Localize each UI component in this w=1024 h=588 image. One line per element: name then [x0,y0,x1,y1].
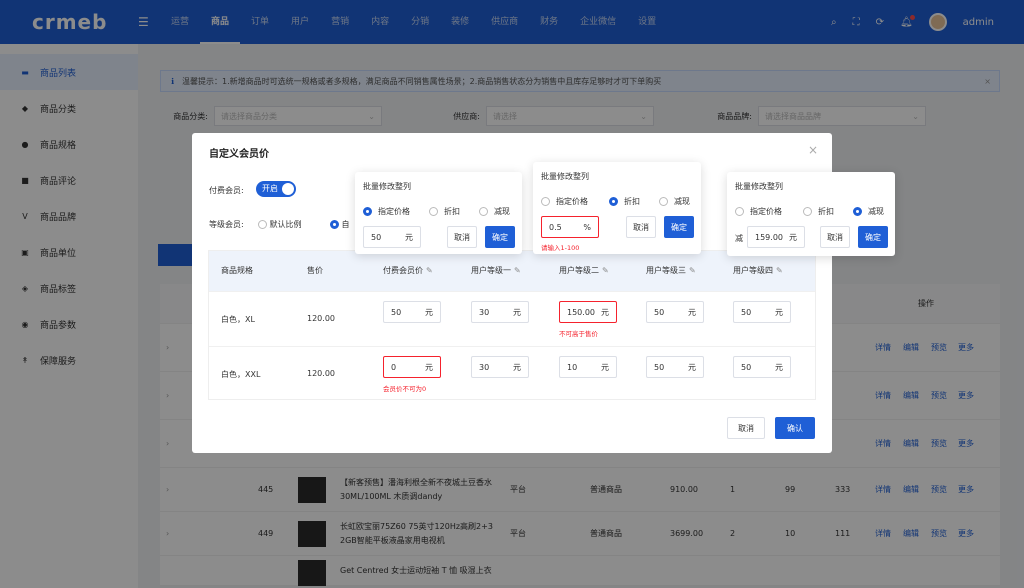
radio-checked[interactable] [363,207,372,216]
batch-value-input[interactable]: 159.00 元 [747,226,805,248]
radio-checked[interactable] [853,207,862,216]
spec-cell: 白色，XXL [221,370,261,379]
radio-unchecked[interactable] [735,207,744,216]
column-header-level2[interactable]: 用户等级二 ✎ [559,265,609,276]
paid-price-input[interactable]: 0元 [383,356,441,378]
popover-cancel-button[interactable]: 取消 [820,226,850,248]
error-message: 会员价不可为0 [383,385,427,393]
level2-price-input[interactable]: 10 元 [559,356,617,378]
batch-edit-popover-level4: 批量修改整列 指定价格 折扣 减现 减 159.00 元 取消 确定 [727,172,895,256]
pencil-icon[interactable]: ✎ [514,266,521,275]
column-header-level1[interactable]: 用户等级一 ✎ [471,265,521,276]
level2-price-input[interactable]: 150.00 元 [559,301,617,323]
batch-value-input[interactable]: 0.5% [541,216,599,238]
popover-cancel-button[interactable]: 取消 [447,226,477,248]
pencil-icon[interactable]: ✎ [426,266,433,275]
level4-price-input[interactable]: 50 元 [733,301,791,323]
column-header-paid[interactable]: 付费会员价 ✎ [383,265,433,276]
switch-knob [282,183,294,195]
option-deduct[interactable]: 减现 [479,206,510,217]
radio-unchecked[interactable] [541,197,550,206]
level4-price-input[interactable]: 50 元 [733,356,791,378]
level1-price-input[interactable]: 30 元 [471,301,529,323]
member-price-table: 商品规格 售价 付费会员价 ✎ 用户等级一 ✎ 用户等级二 ✎ 用户等级三 ✎ 用户等级… [208,250,816,400]
popover-title: 批量修改整列 [735,182,783,191]
price-cell: 120.00 [307,369,335,378]
radio-unchecked[interactable] [258,220,267,229]
level-member-label: 等级会员: [209,220,244,229]
paid-member-label: 付费会员: [209,186,244,195]
column-header-level4[interactable]: 用户等级四 ✎ [733,265,783,276]
level1-price-input[interactable]: 30 元 [471,356,529,378]
option-discount[interactable]: 折扣 [803,206,834,217]
option-fixed-price[interactable]: 指定价格 [541,196,588,207]
pencil-icon[interactable]: ✎ [602,266,609,275]
paid-member-switch[interactable]: 开启 [256,181,296,197]
option-deduct[interactable]: 减现 [853,206,884,217]
option-discount[interactable]: 折扣 [609,196,640,207]
option-fixed-price[interactable]: 指定价格 [363,206,410,217]
level-custom-option[interactable]: 自 [330,219,350,230]
radio-unchecked[interactable] [659,197,668,206]
option-discount[interactable]: 折扣 [429,206,460,217]
column-header: 售价 [307,266,323,275]
close-icon[interactable]: × [808,143,818,157]
cancel-button[interactable]: 取消 [727,417,765,439]
radio-unchecked[interactable] [479,207,488,216]
paid-price-input[interactable]: 50 元 [383,301,441,323]
error-message: 不可高于售价 [559,330,598,338]
batch-value-input[interactable]: 50 元 [363,226,421,248]
pencil-icon[interactable]: ✎ [689,266,696,275]
table-row: 白色，XXL 120.00 0元 会员价不可为0 30 元 10 元 50 元 50 元 [209,346,815,401]
price-cell: 120.00 [307,314,335,323]
dialog-title: 自定义会员价 [209,149,269,160]
radio-unchecked[interactable] [429,207,438,216]
error-message: 请输入1-100 [541,244,580,252]
column-header: 商品规格 [221,266,253,275]
switch-text: 开启 [262,184,278,193]
radio-checked[interactable] [330,220,339,229]
popover-ok-button[interactable]: 确定 [858,226,888,248]
popover-title: 批量修改整列 [363,182,411,191]
option-fixed-price[interactable]: 指定价格 [735,206,782,217]
deduct-prefix: 减 [735,234,743,243]
radio-unchecked[interactable] [803,207,812,216]
option-deduct[interactable]: 减现 [659,196,690,207]
column-header-level3[interactable]: 用户等级三 ✎ [646,265,696,276]
radio-checked[interactable] [609,197,618,206]
batch-edit-popover-level2: 批量修改整列 指定价格 折扣 减现 0.5% 请输入1-100 取消 确定 [533,162,701,254]
popover-cancel-button[interactable]: 取消 [626,216,656,238]
level-default-option[interactable]: 默认比例 [258,219,302,230]
popover-ok-button[interactable]: 确定 [664,216,694,238]
table-header: 商品规格 售价 付费会员价 ✎ 用户等级一 ✎ 用户等级二 ✎ 用户等级三 ✎ 用户等级… [209,251,815,291]
popover-ok-button[interactable]: 确定 [485,226,515,248]
pencil-icon[interactable]: ✎ [776,266,783,275]
level3-price-input[interactable]: 50 元 [646,301,704,323]
confirm-button[interactable]: 确认 [775,417,815,439]
spec-cell: 白色，XL [221,315,255,324]
table-row: 白色，XL 120.00 50 元 30 元 150.00 元 不可高于售价 50 元 … [209,291,815,346]
popover-title: 批量修改整列 [541,172,589,181]
level3-price-input[interactable]: 50 元 [646,356,704,378]
batch-edit-popover-paid: 批量修改整列 指定价格 折扣 减现 50 元 取消 确定 [355,172,522,254]
